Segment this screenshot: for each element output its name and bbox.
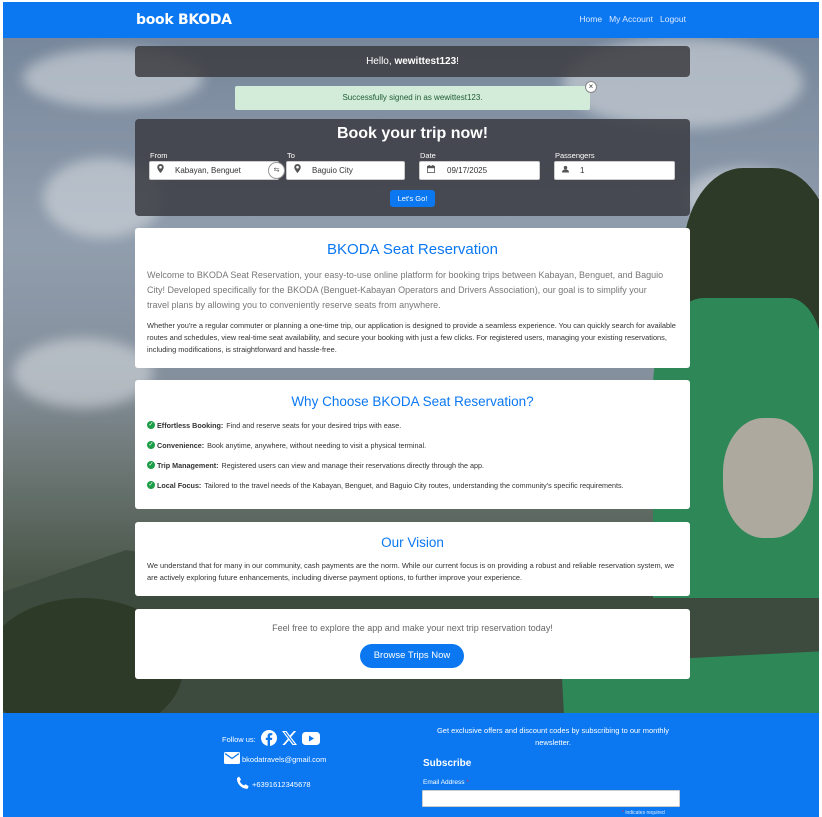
brand-name: BKODA xyxy=(177,12,232,28)
brand-prefix: book xyxy=(136,12,174,28)
why-item-label: Trip Management: xyxy=(157,461,219,470)
from-label: From xyxy=(150,151,168,160)
check-circle-icon: ✓ xyxy=(147,421,155,429)
why-item-text: Book anytime, anywhere, without needing … xyxy=(207,441,427,450)
from-value: Kabayan, Benguet xyxy=(175,166,241,175)
nav-home-link[interactable]: Home xyxy=(579,14,602,24)
to-field[interactable]: Baguio City xyxy=(286,161,405,180)
vision-card: Our Vision We understand that for many i… xyxy=(135,522,690,596)
email-label: Email Address * xyxy=(423,779,469,786)
close-icon[interactable]: × xyxy=(585,81,597,93)
why-item-label: Effortless Booking: xyxy=(157,421,224,430)
about-card: BKODA Seat Reservation Welcome to BKODA … xyxy=(135,228,690,368)
date-value: 09/17/2025 xyxy=(447,166,488,175)
alert-message: Successfully signed in as wewittest123. xyxy=(342,93,483,102)
follow-label: Follow us: xyxy=(222,734,256,744)
date-field[interactable]: 09/17/2025 xyxy=(419,161,540,180)
success-alert: Successfully signed in as wewittest123. … xyxy=(235,81,597,110)
passengers-value: 1 xyxy=(580,166,585,175)
check-circle-icon: ✓ xyxy=(147,441,155,449)
passengers-field[interactable]: 1 xyxy=(554,161,675,180)
contact-email[interactable]: bkodatravels@gmail.com xyxy=(224,752,326,766)
required-note: * indicates required xyxy=(622,810,665,816)
why-choose-card: Why Choose BKODA Seat Reservation? ✓ Effo… xyxy=(135,380,690,509)
vision-title: Our Vision xyxy=(381,535,444,550)
footer: Follow us: bkodatravels@gmail.com +63916… xyxy=(3,713,819,817)
subscribe-title: Subscribe xyxy=(423,758,472,769)
date-label: Date xyxy=(420,151,436,160)
about-body: Whether you're a regular commuter or pla… xyxy=(147,321,676,354)
check-circle-icon: ✓ xyxy=(147,481,155,489)
nav-links: Home My Account Logout xyxy=(579,14,686,24)
browse-trips-button[interactable]: Browse Trips Now xyxy=(360,644,464,668)
cta-text: Feel free to explore the app and make yo… xyxy=(272,623,553,633)
swap-icon[interactable]: ⇆ xyxy=(268,162,285,179)
check-circle-icon: ✓ xyxy=(147,461,155,469)
why-item-text: Find and reserve seats for your desired … xyxy=(226,421,402,430)
phone-icon xyxy=(236,776,250,792)
why-title: Why Choose BKODA Seat Reservation? xyxy=(291,394,534,409)
list-item: ✓ Convenience: Book anytime, anywhere, wit… xyxy=(147,441,624,461)
cta-card: Feel free to explore the app and make yo… xyxy=(135,609,690,679)
required-mark: * xyxy=(466,779,469,786)
list-item: ✓ Trip Management: Registered users can vi… xyxy=(147,461,624,481)
contact-phone[interactable]: +6391612345678 xyxy=(236,776,311,792)
why-item-text: Registered users can view and manage the… xyxy=(221,461,485,470)
nav-my-account-link[interactable]: My Account xyxy=(609,14,653,24)
nav-logout-link[interactable]: Logout xyxy=(660,14,686,24)
youtube-icon[interactable] xyxy=(301,731,320,747)
greeting-prefix: Hello, xyxy=(366,56,395,67)
newsletter-text: Get exclusive offers and discount codes … xyxy=(436,726,670,747)
map-marker-icon xyxy=(294,162,301,179)
required-note-text: indicates required xyxy=(625,810,665,816)
follow-us: Follow us: xyxy=(222,730,320,748)
why-list: ✓ Effortless Booking: Find and reserve sea… xyxy=(147,421,624,501)
footer-phone[interactable]: +6391612345678 xyxy=(252,780,311,789)
why-item-label: Convenience: xyxy=(157,441,205,450)
from-field[interactable]: Kabayan, Benguet xyxy=(149,161,279,180)
to-label: To xyxy=(287,151,295,160)
envelope-icon xyxy=(224,752,240,766)
footer-email[interactable]: bkodatravels@gmail.com xyxy=(242,755,326,764)
booking-form: Book your trip now! From Kabayan, Bengue… xyxy=(135,119,690,216)
why-item-text: Tailored to the travel needs of the Kaba… xyxy=(204,481,624,490)
lets-go-button[interactable]: Let's Go! xyxy=(390,190,435,207)
x-icon[interactable] xyxy=(281,731,297,747)
booking-title: Book your trip now! xyxy=(336,125,489,142)
email-input[interactable] xyxy=(422,790,680,807)
greeting-username: wewittest123 xyxy=(394,56,457,67)
greeting-banner: Hello, wewittest123! xyxy=(135,46,690,77)
vision-text: We understand that for many in our commu… xyxy=(147,561,675,582)
email-label-text: Email Address xyxy=(423,779,465,786)
navbar: book BKODA Home My Account Logout xyxy=(3,2,819,38)
greeting-suffix: ! xyxy=(456,56,459,67)
facebook-icon[interactable] xyxy=(260,730,277,748)
list-item: ✓ Local Focus: Tailored to the travel need… xyxy=(147,481,624,501)
about-title: BKODA Seat Reservation xyxy=(327,241,498,258)
to-value: Baguio City xyxy=(312,166,353,175)
required-note-mark: * xyxy=(622,810,624,816)
map-marker-icon xyxy=(157,162,164,179)
brand-logo[interactable]: book BKODA xyxy=(136,12,232,28)
calendar-icon xyxy=(427,162,435,179)
about-lead: Welcome to BKODA Seat Reservation, your … xyxy=(147,270,664,310)
why-item-label: Local Focus: xyxy=(157,481,202,490)
page-frame: book BKODA Home My Account Logout Hello,… xyxy=(3,2,819,817)
passengers-label: Passengers xyxy=(555,151,595,160)
user-icon xyxy=(562,162,569,179)
list-item: ✓ Effortless Booking: Find and reserve sea… xyxy=(147,421,624,441)
